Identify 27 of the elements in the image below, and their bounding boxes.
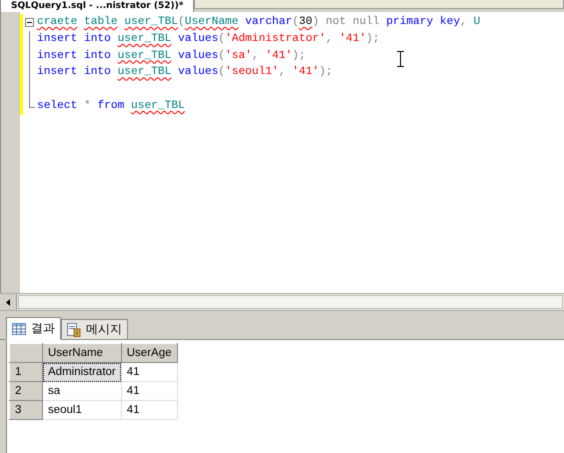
table-cell: seoul1 — [42, 400, 122, 420]
row-header[interactable]: 3 — [10, 400, 42, 420]
table-cell: Administrator — [42, 362, 122, 382]
document-icon — [67, 322, 81, 336]
left-arrow-icon — [6, 298, 10, 306]
code-line: insert into user_TBL values('seoul1', '41'); — [36, 64, 332, 80]
result-tab[interactable]: 결과 — [6, 317, 61, 340]
corner-header — [10, 344, 42, 362]
table-cell: 41 — [121, 400, 177, 420]
grid-icon — [12, 322, 26, 334]
scroll-left-button[interactable] — [0, 294, 17, 310]
column-header[interactable]: UserName — [42, 344, 122, 362]
table-cell: 41 — [121, 382, 177, 400]
scrollbar-thumb[interactable] — [18, 295, 563, 309]
result-tab[interactable]: 메시지 — [61, 319, 128, 339]
column-header[interactable]: UserAge — [121, 344, 177, 362]
code-line: insert into user_TBL values('sa', '41'); — [36, 48, 306, 64]
table-cell: sa — [42, 382, 122, 400]
text-cursor-icon — [397, 51, 404, 67]
document-tab[interactable]: SQLQuery1.sql - ...nistrator (52))* — [0, 0, 194, 12]
table-cell: 41 — [121, 362, 177, 382]
collapse-icon[interactable] — [25, 18, 34, 27]
row-header[interactable]: 1 — [10, 362, 42, 382]
code-line: insert into user_TBL values('Administrator', '41'); — [36, 32, 380, 47]
code-line: craete table user_TBL(UserName varchar(30) not null primary key, U — [36, 14, 480, 30]
row-header[interactable]: 2 — [10, 382, 42, 400]
code-line: select * from user_TBL — [36, 98, 185, 114]
